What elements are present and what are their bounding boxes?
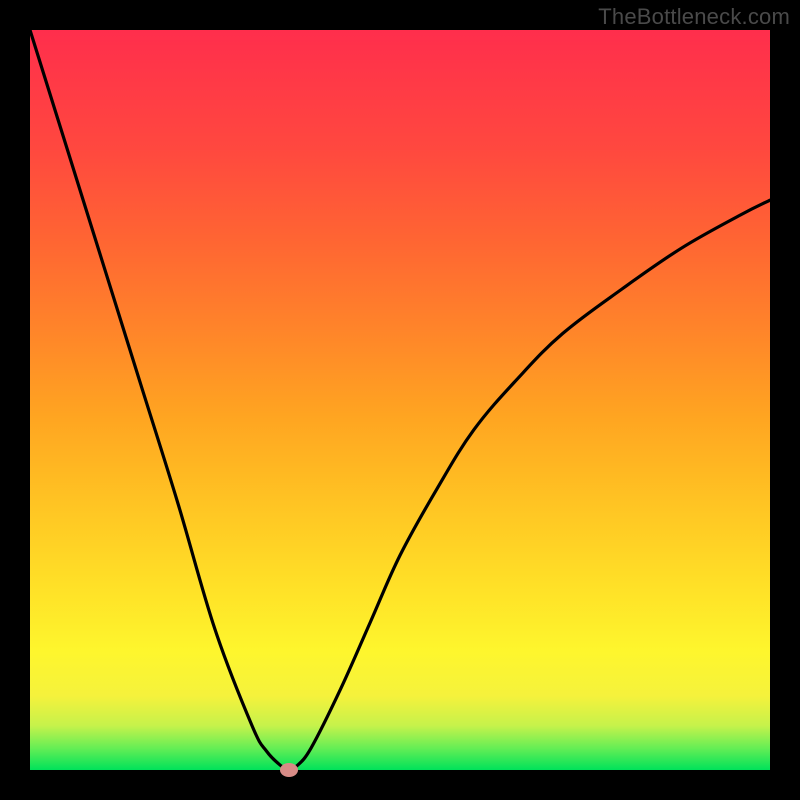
bottleneck-curve [30,30,770,770]
plot-area [30,30,770,770]
chart-frame: TheBottleneck.com [0,0,800,800]
watermark-text: TheBottleneck.com [598,4,790,30]
curve-svg [30,30,770,770]
optimal-point-marker [280,763,298,777]
